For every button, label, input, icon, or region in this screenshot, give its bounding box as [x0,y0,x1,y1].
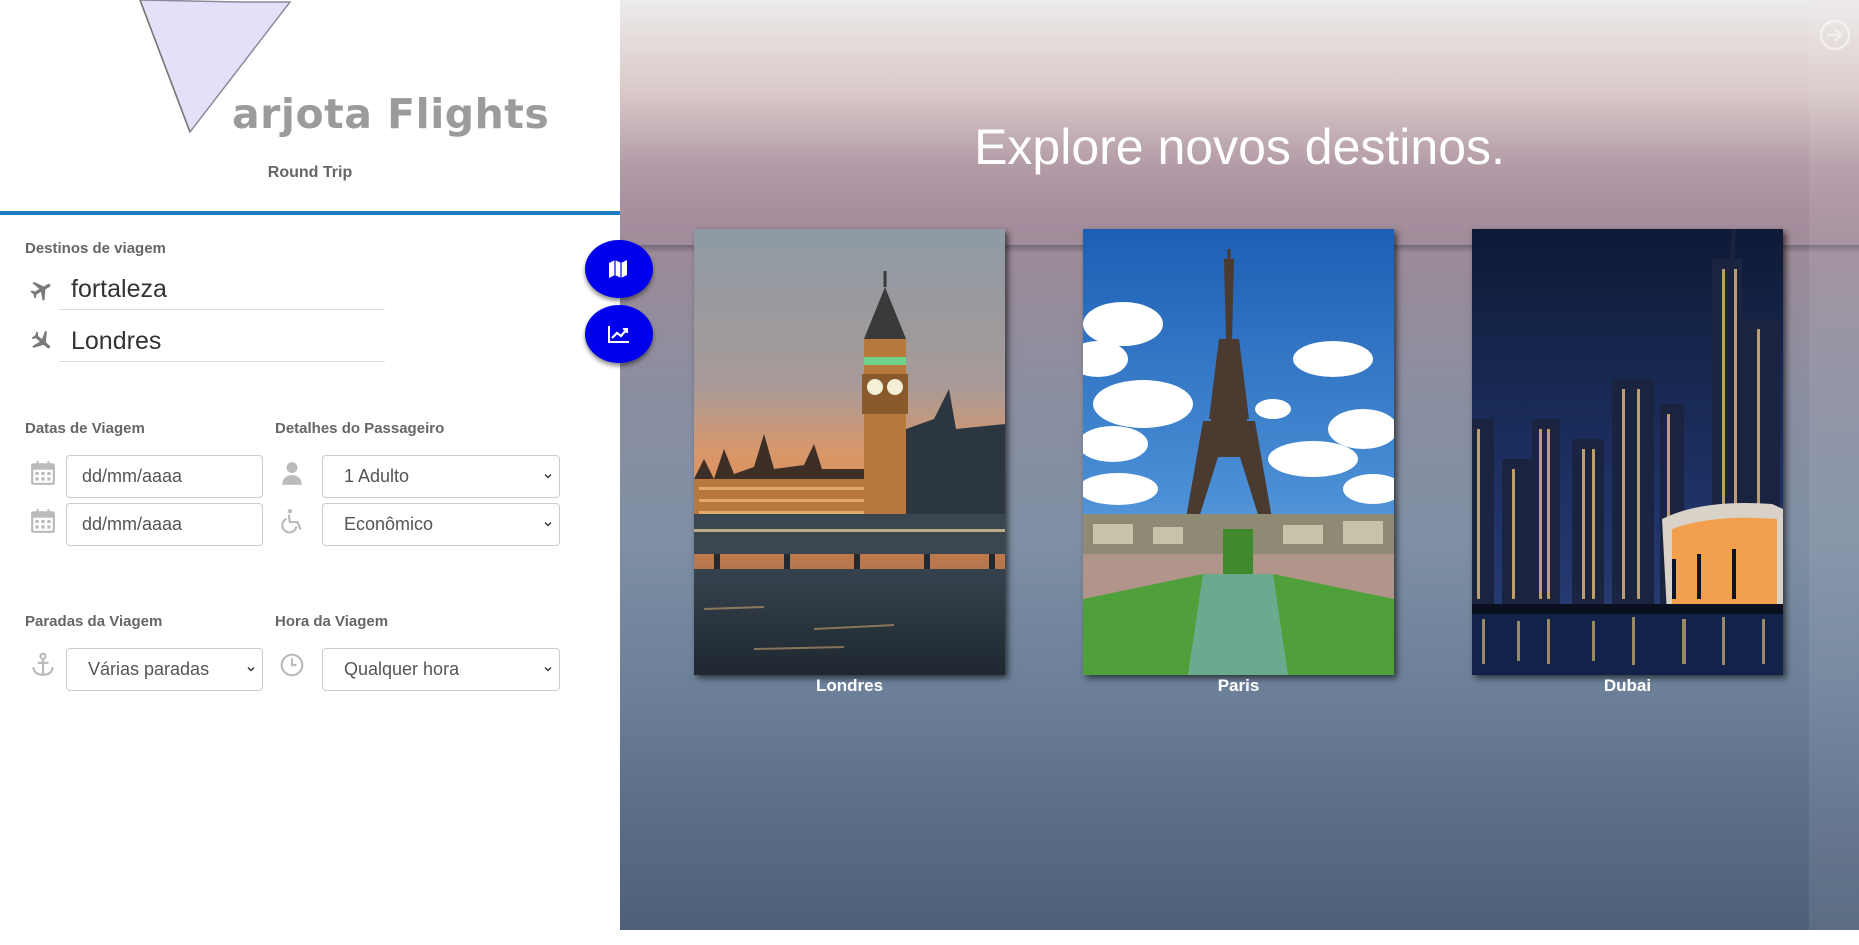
chart-line-icon [608,326,629,343]
clock-icon [280,653,304,677]
departure-date-input[interactable]: dd/mm/aaaa [66,455,263,498]
stops-label: Paradas da Viagem [25,613,163,630]
destination-input[interactable] [59,322,385,362]
stops-value: Várias paradas [88,659,210,679]
hero-title: Explore novos destinos. [974,119,1505,175]
calendar-icon [31,461,55,485]
card-label-dubai: Dubai [1603,676,1652,695]
trip-type-label: Round Trip [267,164,353,181]
destination-card-london[interactable] [694,229,1005,675]
sign-in-icon[interactable] [1818,18,1852,52]
time-label: Hora da Viagem [275,613,389,630]
origin-input[interactable] [59,270,385,310]
logo-text: arjota Flights [232,90,550,138]
chevron-down-icon [544,474,552,479]
cabin-class-select[interactable]: Econômico [322,503,560,546]
plane-takeoff-icon [30,281,51,301]
paris-image [1083,229,1394,675]
destination-card-dubai[interactable] [1472,229,1783,675]
cabin-class-value: Econômico [344,514,434,534]
chevron-down-icon [544,667,552,672]
trends-button[interactable] [585,305,653,363]
anchor-icon [32,652,54,676]
origin-row [25,270,385,310]
chevron-down-icon [247,667,255,672]
chevron-down-icon [544,522,552,527]
plane-landing-icon [31,330,51,349]
search-panel: arjota Flights Round Trip Destinos de vi… [0,0,620,945]
destinations-label: Destinos de viagem [25,240,166,257]
passenger-count-select[interactable]: 1 Adulto [322,455,560,498]
destination-row [25,322,385,362]
card-label-london: Londres [815,676,884,695]
dates-label: Datas de Viagem [25,420,145,437]
person-icon [282,462,302,485]
return-date-placeholder: dd/mm/aaaa [82,514,183,534]
time-value: Qualquer hora [344,659,460,679]
destination-card-paris[interactable] [1083,229,1394,675]
london-image [694,229,1005,675]
wheelchair-icon [281,509,302,534]
card-label-paris: Paris [1217,676,1260,695]
hero-panel: Explore novos destinos. Londres Paris Du… [620,0,1859,930]
passenger-label: Detalhes do Passageiro [275,420,445,437]
header-divider [0,211,620,215]
calendar-icon [31,509,55,533]
passenger-count-value: 1 Adulto [344,466,410,486]
map-icon [609,260,627,278]
time-select[interactable]: Qualquer hora [322,648,560,691]
stops-select[interactable]: Várias paradas [66,648,263,691]
brand-logo: arjota Flights [130,0,549,140]
map-button[interactable] [585,240,653,298]
departure-date-placeholder: dd/mm/aaaa [82,466,183,486]
return-date-input[interactable]: dd/mm/aaaa [66,503,263,546]
dubai-image [1472,229,1783,675]
